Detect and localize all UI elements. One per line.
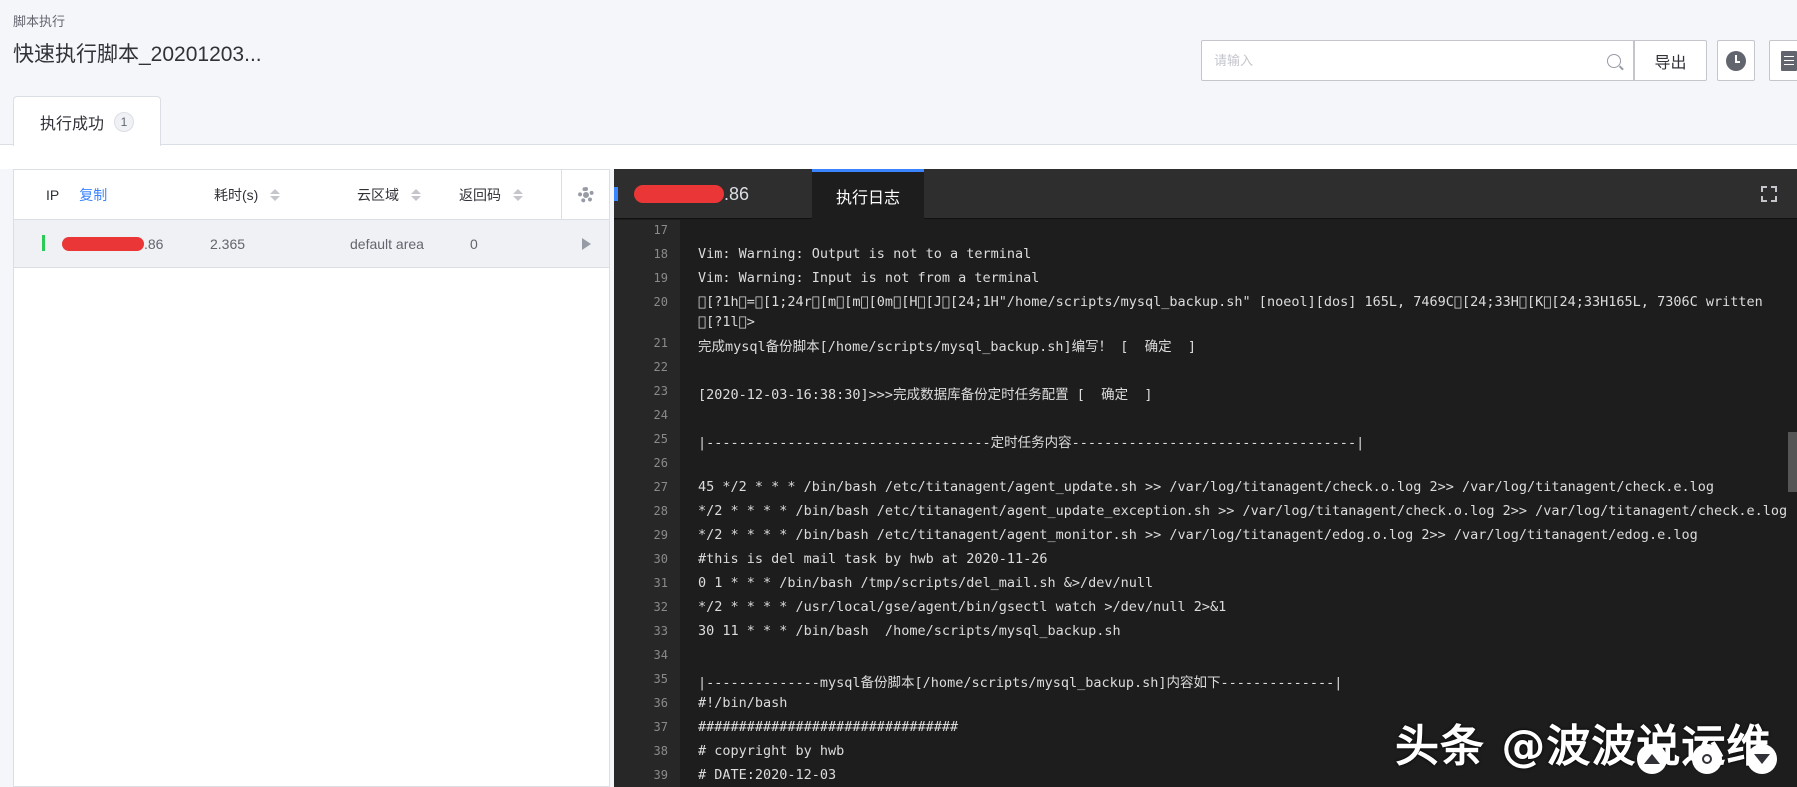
log-line:  [?1h = [1;24r [m [m [0m [H [J [24;1H"/h… bbox=[698, 294, 1763, 310]
scroll-top-button[interactable] bbox=[1637, 744, 1667, 774]
region-cell: default area bbox=[350, 236, 424, 252]
log-button[interactable] bbox=[1769, 40, 1797, 81]
line-number: 21 bbox=[653, 336, 668, 350]
log-content[interactable]: 17 18 Vim: Warning: Output is not to a ter… bbox=[614, 220, 1797, 787]
return-code-cell: 0 bbox=[470, 236, 478, 252]
sort-icon[interactable] bbox=[513, 189, 523, 201]
document-icon bbox=[1781, 50, 1797, 71]
arrow-up-icon bbox=[1644, 754, 1660, 764]
line-number: 31 bbox=[653, 576, 668, 590]
log-line: Vim: Warning: Input is not from a termin… bbox=[698, 270, 1040, 286]
region-header-label: 云区域 bbox=[357, 187, 399, 203]
history-button[interactable] bbox=[1717, 40, 1755, 81]
line-number: 32 bbox=[653, 600, 668, 614]
ip-column-header: IP 复制 bbox=[46, 170, 107, 220]
log-panel-header: .86 执行日志 bbox=[614, 169, 1797, 219]
redacted-ip bbox=[62, 237, 144, 251]
log-line: |-----------------------------------定时任务… bbox=[698, 435, 1365, 451]
log-line: 完成mysql备份脚本[/home/scripts/mysql_backup.s… bbox=[698, 339, 1196, 355]
log-line: Vim: Warning: Output is not to a termina… bbox=[698, 246, 1032, 262]
code-header-label: 返回码 bbox=[459, 187, 501, 203]
scrollbar-thumb[interactable] bbox=[1788, 432, 1797, 492]
tab-bar-divider bbox=[0, 144, 1797, 145]
log-line: ################################ bbox=[698, 719, 959, 735]
log-line:  [?1l > bbox=[698, 314, 755, 330]
code-column-header[interactable]: 返回码 bbox=[459, 170, 523, 220]
log-line: */2 * * * * /bin/bash /etc/titanagent/ag… bbox=[698, 503, 1788, 519]
log-line: [2020-12-03-16:38:30]>>>完成数据库备份定时任务配置 [ … bbox=[698, 387, 1153, 403]
line-number: 26 bbox=[653, 456, 668, 470]
line-number: 33 bbox=[653, 624, 668, 638]
status-indicator bbox=[42, 235, 45, 251]
scroll-bottom-button[interactable] bbox=[1747, 744, 1777, 774]
line-number: 37 bbox=[653, 720, 668, 734]
breadcrumb: 脚本执行 bbox=[13, 14, 66, 29]
search-icon[interactable] bbox=[1607, 53, 1621, 68]
host-ip-cell: .86 bbox=[62, 220, 163, 268]
duration-cell: 2.365 bbox=[210, 236, 246, 252]
log-line: 45 */2 * * * /bin/bash /etc/titanagent/a… bbox=[698, 479, 1714, 495]
log-line: */2 * * * * /bin/bash /etc/titanagent/ag… bbox=[698, 527, 1698, 543]
line-number: 36 bbox=[653, 696, 668, 710]
region-column-header[interactable]: 云区域 bbox=[357, 170, 421, 220]
clock-icon bbox=[1726, 50, 1746, 71]
redacted-ip bbox=[634, 185, 724, 203]
export-button[interactable]: 导出 bbox=[1634, 40, 1707, 81]
log-host-label: .86 bbox=[634, 169, 749, 219]
log-panel: .86 执行日志 17 18 Vim: Warning: Output is not… bbox=[614, 169, 1797, 787]
line-number: 27 bbox=[653, 480, 668, 494]
log-line: # copyright by hwb bbox=[698, 743, 845, 759]
sort-icon[interactable] bbox=[270, 189, 281, 201]
line-number: 18 bbox=[653, 247, 668, 261]
line-number: 25 bbox=[653, 432, 668, 446]
log-line: #this is del mail task by hwb at 2020-11… bbox=[698, 551, 1048, 567]
expand-button[interactable] bbox=[582, 220, 591, 268]
log-line: |--------------mysql备份脚本[/home/scripts/m… bbox=[698, 675, 1343, 691]
line-number: 28 bbox=[653, 504, 668, 518]
line-number: 39 bbox=[653, 768, 668, 782]
tab-label: 执行成功 bbox=[39, 115, 104, 133]
scroll-middle-button[interactable] bbox=[1692, 744, 1722, 774]
log-line: #!/bin/bash bbox=[698, 695, 788, 711]
gear-icon bbox=[577, 187, 594, 203]
line-number: 30 bbox=[653, 552, 668, 566]
ip-header-label: IP bbox=[46, 187, 60, 203]
play-icon bbox=[582, 238, 591, 250]
table-header: IP 复制 耗时(s) 云区域 返回码 bbox=[14, 170, 609, 220]
ip-suffix: .86 bbox=[144, 236, 164, 252]
log-line: # DATE:2020-12-03 bbox=[698, 767, 837, 783]
duration-header-label: 耗时(s) bbox=[214, 187, 259, 203]
line-number: 17 bbox=[653, 223, 668, 237]
log-line: 30 11 * * * /bin/bash /home/scripts/mysq… bbox=[698, 623, 1121, 639]
host-list-panel: IP 复制 耗时(s) 云区域 返回码 .86 2.365 default ar… bbox=[13, 169, 610, 787]
duration-column-header[interactable]: 耗时(s) bbox=[214, 170, 281, 220]
dot-icon bbox=[1702, 754, 1712, 764]
search-box[interactable] bbox=[1201, 40, 1634, 81]
line-number: 29 bbox=[653, 528, 668, 542]
copy-ip-link[interactable]: 复制 bbox=[79, 185, 107, 205]
search-input[interactable] bbox=[1214, 53, 1607, 68]
log-line: 0 1 * * * /bin/bash /tmp/scripts/del_mai… bbox=[698, 575, 1154, 591]
line-number: 20 bbox=[653, 295, 668, 309]
page-title: 快速执行脚本_20201203... bbox=[13, 43, 262, 66]
column-settings-button[interactable] bbox=[561, 170, 609, 220]
tab-execution-log[interactable]: 执行日志 bbox=[812, 169, 924, 219]
arrow-down-icon bbox=[1754, 754, 1770, 764]
line-number: 19 bbox=[653, 271, 668, 285]
line-number: 34 bbox=[653, 648, 668, 662]
host-accent-bar bbox=[614, 187, 618, 201]
tab-success[interactable]: 执行成功 1 bbox=[13, 96, 161, 146]
sort-icon[interactable] bbox=[411, 189, 421, 201]
line-number: 22 bbox=[653, 360, 668, 374]
line-number: 38 bbox=[653, 744, 668, 758]
host-suffix: .86 bbox=[724, 183, 750, 204]
line-number: 35 bbox=[653, 672, 668, 686]
table-row[interactable]: .86 2.365 default area 0 bbox=[14, 220, 609, 268]
content-background bbox=[0, 145, 1797, 169]
fullscreen-icon[interactable] bbox=[1761, 186, 1777, 202]
log-line: */2 * * * * /usr/local/gse/agent/bin/gse… bbox=[698, 599, 1227, 615]
line-number: 24 bbox=[653, 408, 668, 422]
tab-count-badge: 1 bbox=[114, 111, 134, 132]
line-number: 23 bbox=[653, 384, 668, 398]
